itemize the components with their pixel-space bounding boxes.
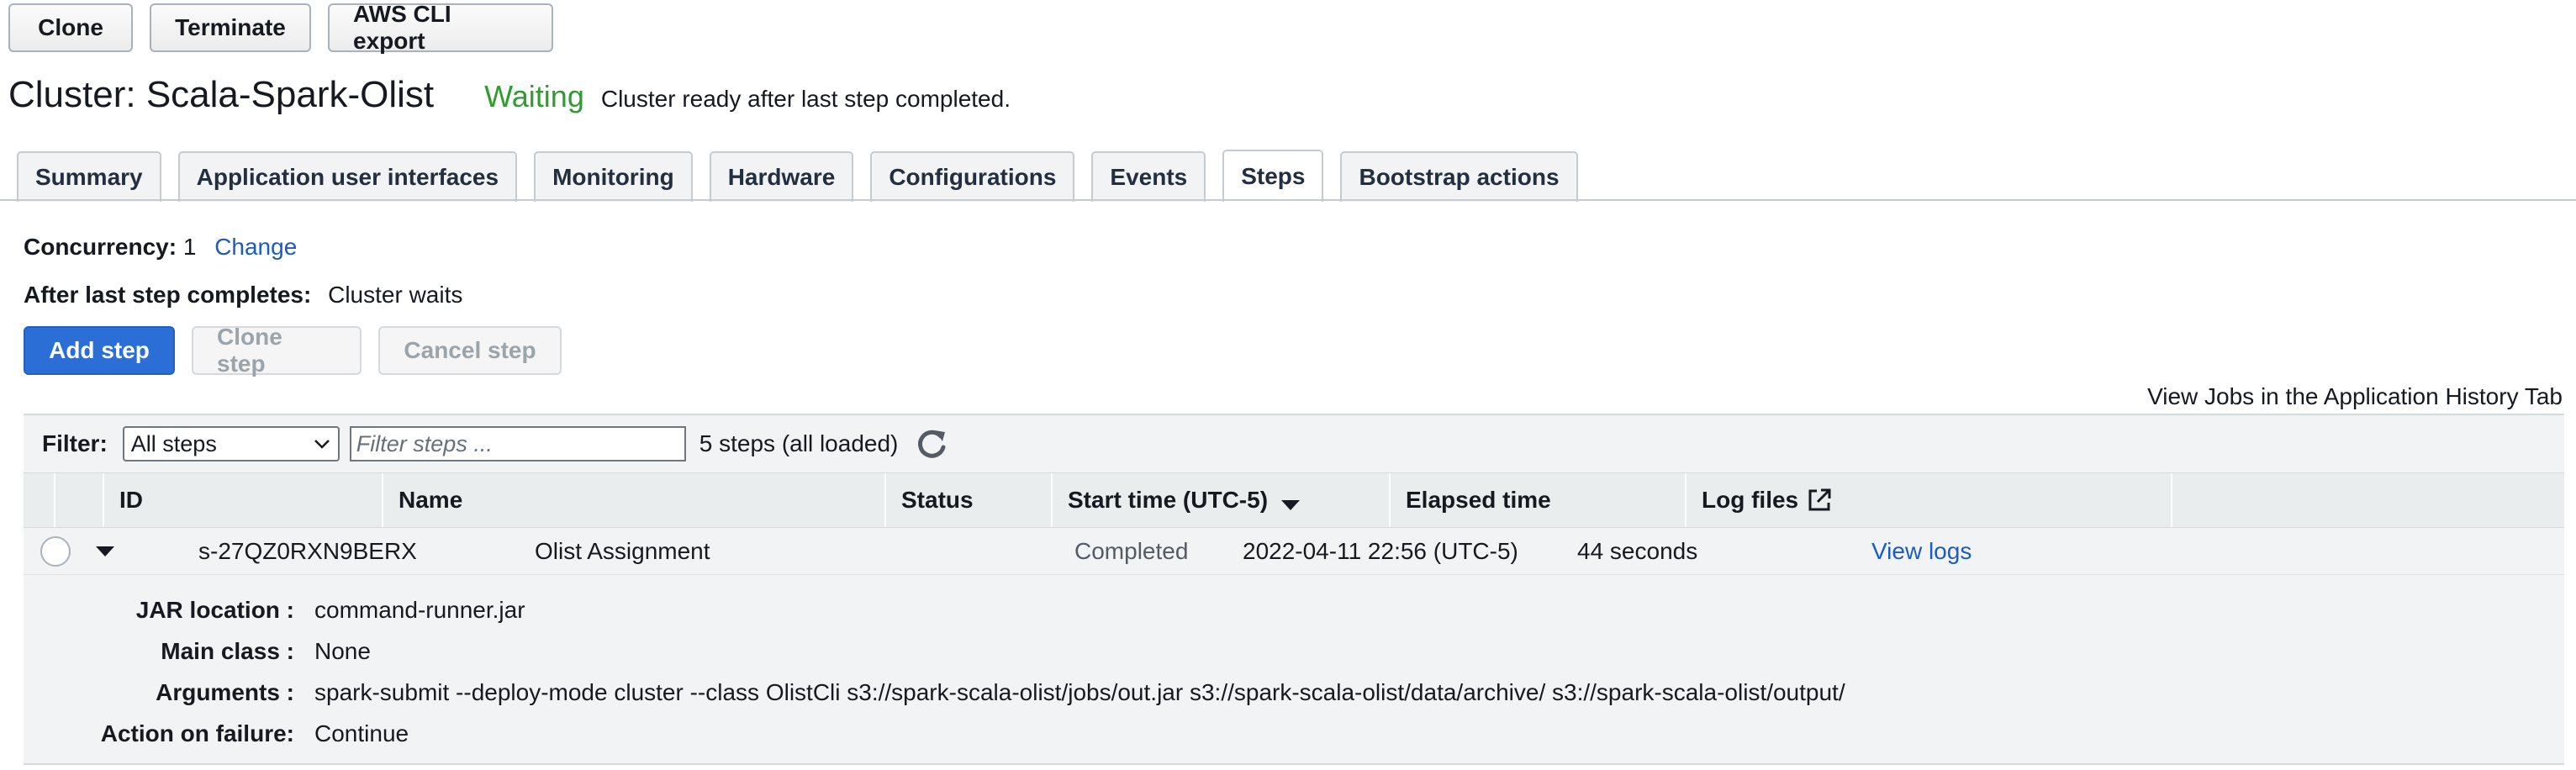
after-last-step-line: After last step completes: Cluster waits [24, 282, 462, 309]
application-history-link[interactable]: View Jobs in the Application History Tab [2147, 383, 2563, 410]
main-class-value: None [314, 638, 371, 664]
step-elapsed-time: 44 seconds [1577, 538, 1698, 564]
row-select-radio[interactable] [40, 528, 71, 575]
cluster-tabs: Summary Application user interfaces Moni… [17, 150, 1578, 202]
header-expand-col [55, 473, 104, 527]
view-logs-link[interactable]: View logs [1871, 528, 1972, 575]
cancel-step-button[interactable]: Cancel step [378, 326, 562, 375]
filter-bar: Filter: All steps 5 steps (all loaded) [24, 414, 2564, 472]
concurrency-value: 1 [182, 234, 197, 260]
header-select-col [24, 473, 55, 527]
column-header-name[interactable]: Name [383, 473, 886, 527]
tab-monitoring[interactable]: Monitoring [534, 151, 693, 202]
sort-descending-icon [1281, 500, 1301, 510]
concurrency-label: Concurrency: [24, 234, 177, 260]
step-status: Completed [1074, 538, 1189, 564]
tab-summary[interactable]: Summary [17, 151, 161, 202]
table-row[interactable]: s-27QZ0RXN9BERX Olist Assignment Complet… [24, 528, 2564, 575]
step-name: Olist Assignment [535, 538, 710, 564]
clone-step-button[interactable]: Clone step [192, 324, 362, 377]
steps-table-header: ID Name Status Start time (UTC-5) Elapse… [24, 472, 2564, 528]
jar-location-value: command-runner.jar [314, 597, 525, 623]
step-filter-selected: All steps [130, 430, 217, 456]
row-expand-toggle[interactable] [94, 528, 116, 575]
action-on-failure-label: Action on failure: [100, 720, 294, 746]
filter-steps-input[interactable] [349, 426, 686, 461]
arguments-value: spark-submit --deploy-mode cluster --cla… [314, 679, 1845, 705]
cluster-status: Waiting [484, 79, 584, 113]
add-step-button[interactable]: Add step [24, 326, 175, 375]
column-header-status[interactable]: Status [886, 473, 1053, 527]
step-details: JAR location : command-runner.jar Main c… [24, 575, 2564, 765]
terminate-button[interactable]: Terminate [150, 3, 311, 52]
action-on-failure-value: Continue [314, 720, 409, 746]
cluster-status-message: Cluster ready after last step completed. [600, 86, 1011, 112]
main-class-label: Main class : [161, 638, 294, 664]
after-last-step-label: After last step completes: [24, 282, 312, 308]
step-filter-select[interactable]: All steps [122, 426, 340, 461]
column-header-id[interactable]: ID [104, 473, 383, 527]
after-last-step-value: Cluster waits [328, 282, 463, 308]
tab-steps[interactable]: Steps [1222, 150, 1324, 202]
step-start-time: 2022-04-11 22:56 (UTC-5) [1243, 538, 1518, 564]
tab-events[interactable]: Events [1091, 151, 1206, 202]
steps-count: 5 steps (all loaded) [699, 430, 899, 456]
start-time-header-label: Start time (UTC-5) [1068, 487, 1269, 513]
filter-label: Filter: [42, 430, 108, 456]
tab-hardware[interactable]: Hardware [709, 151, 854, 202]
caret-down-icon [96, 546, 114, 556]
tab-bootstrap-actions[interactable]: Bootstrap actions [1340, 151, 1578, 202]
column-header-log-files[interactable]: Log files [1687, 473, 2172, 527]
tab-configurations[interactable]: Configurations [870, 151, 1075, 202]
log-files-header-label: Log files [1702, 487, 1799, 513]
column-header-elapsed-time[interactable]: Elapsed time [1391, 473, 1687, 527]
step-actions: Add step Clone step Cancel step [24, 324, 562, 377]
change-concurrency-link[interactable]: Change [214, 234, 297, 260]
refresh-icon[interactable] [915, 427, 948, 461]
header-filler-col [2172, 473, 2564, 527]
arguments-label: Arguments : [156, 679, 294, 705]
tab-application-user-interfaces[interactable]: Application user interfaces [177, 151, 518, 202]
cluster-toolbar: Clone Terminate AWS CLI export [8, 1, 553, 54]
cluster-header: Cluster: Scala-Spark-Olist Waiting Clust… [8, 74, 1011, 116]
page-title: Cluster: Scala-Spark-Olist [8, 74, 435, 115]
chevron-down-icon [314, 440, 330, 449]
tab-divider [0, 199, 2576, 201]
aws-cli-export-button[interactable]: AWS CLI export [328, 1, 553, 54]
column-header-start-time[interactable]: Start time (UTC-5) [1053, 473, 1391, 527]
jar-location-label: JAR location : [135, 597, 294, 623]
concurrency-line: Concurrency: 1 Change [24, 234, 297, 261]
external-link-icon [1808, 488, 1831, 511]
clone-button[interactable]: Clone [8, 3, 133, 52]
step-id: s-27QZ0RXN9BERX [198, 538, 417, 564]
